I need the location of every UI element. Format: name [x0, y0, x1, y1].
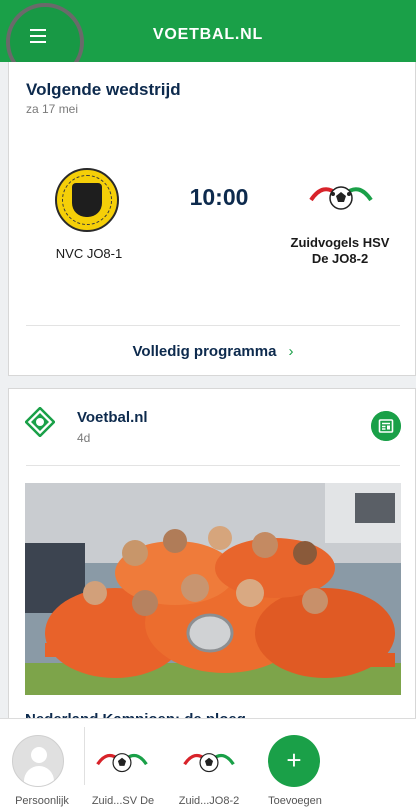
- nav-item-personal[interactable]: Persoonlijk: [0, 719, 84, 807]
- avatar-icon: [12, 735, 64, 787]
- away-team-name: Zuidvogels HSV De JO8-2: [281, 235, 399, 267]
- full-program-label: Volledig programma: [132, 343, 277, 360]
- plus-icon: +: [268, 735, 320, 787]
- club-crest-icon: [96, 753, 148, 773]
- nav-label: Zuid...JO8-2: [178, 795, 240, 807]
- divider: [26, 325, 400, 326]
- news-age: 4d: [77, 431, 91, 445]
- nav-label: Zuid...SV De: [91, 795, 155, 807]
- hamburger-icon: [30, 29, 46, 47]
- voetbal-nl-logo-icon: [25, 407, 55, 437]
- home-team-name: NVC JO8-1: [55, 246, 123, 261]
- away-team-name-line1: Zuidvogels HSV: [290, 235, 390, 250]
- nav-item-team[interactable]: Zuid...JO8-2: [170, 719, 248, 807]
- news-card[interactable]: Voetbal.nl 4d Nederland Kampioen: de plo…: [8, 388, 416, 728]
- next-match-card[interactable]: Volgende wedstrijd za 17 mei 10:00 NVC J…: [8, 62, 416, 376]
- nav-label: Toevoegen: [268, 795, 322, 807]
- nav-item-club[interactable]: Zuid...SV De: [86, 719, 160, 807]
- next-match-title: Volgende wedstrijd: [26, 80, 181, 99]
- news-photo[interactable]: [25, 483, 401, 695]
- article-icon[interactable]: [371, 411, 401, 441]
- bottom-nav: Persoonlijk Zuid...SV De Zuid...JO8-2 + …: [0, 718, 416, 807]
- kickoff-time: 10:00: [189, 184, 249, 210]
- divider: [26, 465, 400, 466]
- nav-label: Persoonlijk: [15, 795, 69, 807]
- next-match-date: za 17 mei: [26, 102, 79, 116]
- team-crest-icon: [183, 753, 235, 773]
- news-source: Voetbal.nl: [77, 409, 148, 426]
- full-program-link[interactable]: Volledig programma ›: [9, 343, 416, 360]
- divider: [84, 727, 85, 785]
- away-team-crest-icon: [309, 186, 373, 210]
- chevron-right-icon: ›: [288, 343, 294, 360]
- nav-item-add[interactable]: + Toevoegen: [258, 719, 332, 807]
- away-team-name-line2: De JO8-2: [311, 251, 369, 266]
- home-team-crest-icon: [55, 168, 119, 232]
